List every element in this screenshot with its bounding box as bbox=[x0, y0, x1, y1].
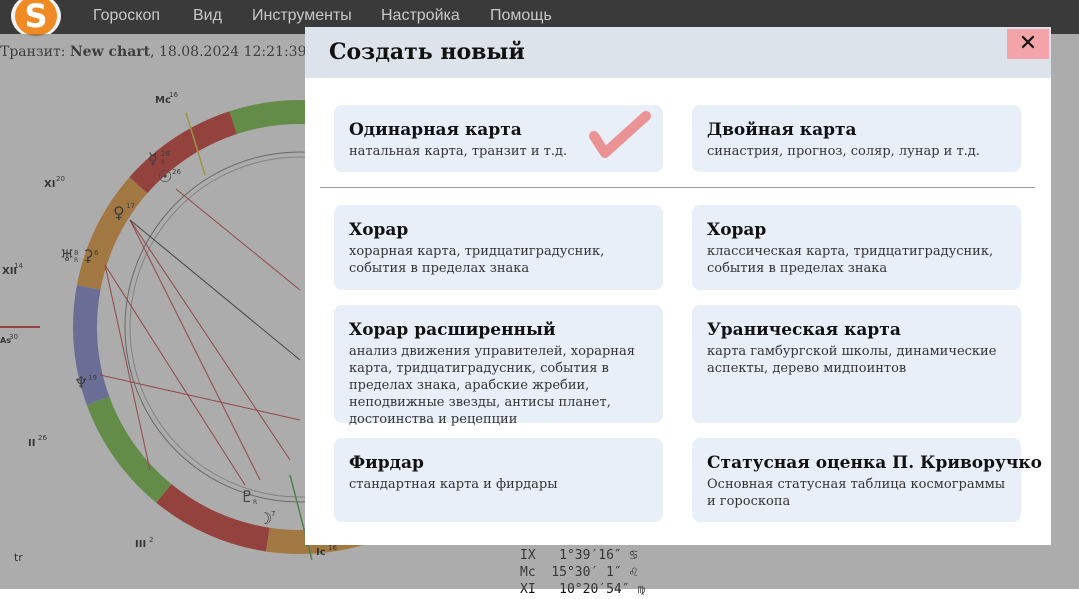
card-status-assessment[interactable]: Статусная оценка П. Криворучко Основная … bbox=[692, 438, 1042, 522]
card-description: хорарная карта, тридцатиградусник, событ… bbox=[349, 244, 605, 276]
section-divider bbox=[320, 187, 1035, 188]
card-title: Хорар bbox=[707, 220, 767, 240]
card-description: классическая карта, тридцатиградусник, с… bbox=[707, 244, 994, 276]
card-uranian-chart[interactable]: Ураническая карта карта гамбургской школ… bbox=[692, 305, 1021, 423]
card-title: Одинарная карта bbox=[349, 120, 522, 140]
card-single-chart[interactable]: Одинарная карта натальная карта, транзит… bbox=[334, 105, 663, 172]
card-title: Ураническая карта bbox=[707, 320, 901, 340]
card-description: карта гамбургской школы, динамические ас… bbox=[707, 344, 997, 376]
card-description: анализ движения управителей, хорарная ка… bbox=[349, 344, 635, 427]
dialog-title: Создать новый bbox=[329, 39, 525, 65]
card-title: Двойная карта bbox=[707, 120, 857, 140]
card-description: Основная статусная таблица космограммы и… bbox=[707, 477, 1006, 509]
card-horary[interactable]: Хорар хорарная карта, тридцатиградусник,… bbox=[334, 205, 663, 290]
card-horary-classic[interactable]: Хорар классическая карта, тридцатиградус… bbox=[692, 205, 1021, 290]
create-new-dialog: Создать новый ✕ Одинарная карта натальна… bbox=[305, 27, 1051, 545]
card-horary-extended[interactable]: Хорар расширенный анализ движения управи… bbox=[334, 305, 663, 427]
dialog-header: Создать новый ✕ bbox=[305, 27, 1051, 78]
card-title: Хорар bbox=[349, 220, 409, 240]
card-description: синастрия, прогноз, соляр, лунар и т.д. bbox=[707, 144, 980, 159]
checkmark-icon bbox=[589, 111, 651, 158]
close-button[interactable]: ✕ bbox=[1007, 29, 1049, 59]
card-title: Хорар расширенный bbox=[349, 320, 556, 340]
card-firdar[interactable]: Фирдар стандартная карта и фирдары bbox=[334, 438, 663, 522]
card-description: стандартная карта и фирдары bbox=[349, 477, 558, 492]
card-double-chart[interactable]: Двойная карта синастрия, прогноз, соляр,… bbox=[692, 105, 1021, 172]
card-title: Статусная оценка П. Криворучко bbox=[707, 453, 1042, 473]
card-title: Фирдар bbox=[349, 453, 424, 473]
